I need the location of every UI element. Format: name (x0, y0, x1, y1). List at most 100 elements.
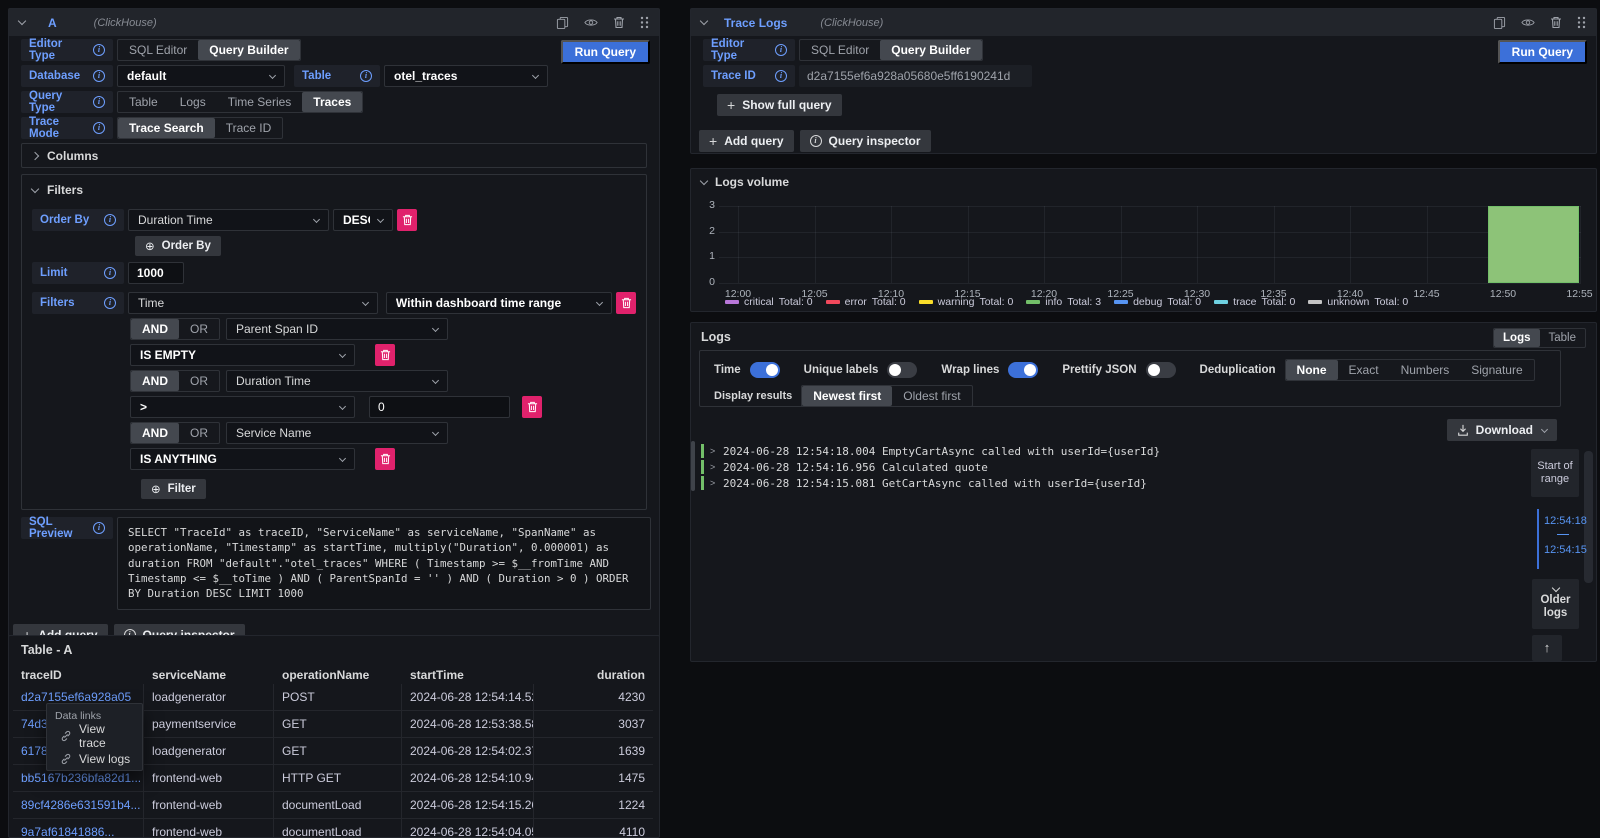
older-logs-button[interactable]: Older logs (1532, 579, 1579, 629)
and-option[interactable]: AND (131, 319, 179, 339)
and-option[interactable]: AND (131, 371, 179, 391)
condition-operator-select[interactable]: > (130, 396, 355, 418)
duplicate-query-icon[interactable] (1493, 16, 1506, 30)
remove-condition-button[interactable] (375, 344, 395, 366)
log-row[interactable]: >2024-06-28 12:54:16.956 Calculated quot… (701, 459, 1506, 475)
collapse-chevron-icon[interactable] (700, 17, 708, 25)
remove-condition-button[interactable] (375, 448, 395, 470)
view-trace-menu-item[interactable]: View trace (47, 724, 142, 747)
add-filter-button[interactable]: ⊕Filter (141, 479, 206, 499)
view-logs-option[interactable]: Logs (1494, 329, 1539, 347)
or-option[interactable]: OR (179, 319, 219, 339)
col-header-duration[interactable]: duration (534, 665, 653, 684)
dedup-numbers-option[interactable]: Numbers (1390, 360, 1461, 380)
filters-section-header[interactable]: Filters (32, 183, 636, 197)
or-option[interactable]: OR (179, 371, 219, 391)
view-logs-menu-item[interactable]: View logs (47, 747, 142, 770)
run-query-button[interactable]: Run Query (1498, 40, 1587, 64)
info-icon[interactable]: i (104, 297, 116, 309)
scroll-to-top-button[interactable]: ↑ (1532, 635, 1562, 661)
unique-labels-toggle[interactable] (887, 362, 917, 378)
legend-item-error[interactable]: errorTotal: 0 (826, 296, 906, 308)
col-header-servicename[interactable]: serviceName (144, 665, 274, 684)
delete-query-trash-icon[interactable] (1550, 16, 1562, 29)
time-filter-operator-select[interactable]: Within dashboard time range (386, 292, 612, 314)
order-by-field-select[interactable]: Duration Time (128, 209, 329, 231)
sql-editor-option[interactable]: SQL Editor (800, 40, 880, 60)
logs-scrollbar-left[interactable] (691, 441, 695, 491)
time-filter-field-select[interactable]: Time (128, 292, 378, 314)
drag-handle-icon[interactable] (640, 16, 649, 29)
info-icon[interactable]: i (93, 522, 105, 534)
log-expand-chevron-icon[interactable]: > (710, 462, 717, 472)
legend-item-trace[interactable]: traceTotal: 0 (1214, 296, 1295, 308)
query-type-traces[interactable]: Traces (302, 92, 362, 112)
trace-logs-panel-header[interactable]: Trace Logs (ClickHouse) (691, 9, 1596, 36)
col-header-operationname[interactable]: operationName (274, 665, 402, 684)
and-option[interactable]: AND (131, 423, 179, 443)
condition-field-select[interactable]: Service Name (226, 422, 448, 444)
trace-search-option[interactable]: Trace Search (118, 118, 215, 138)
add-query-button[interactable]: +Add query (699, 130, 794, 152)
legend-item-warning[interactable]: warningTotal: 0 (919, 296, 1014, 308)
legend-item-info[interactable]: infoTotal: 3 (1026, 296, 1101, 308)
condition-field-select[interactable]: Parent Span ID (226, 318, 448, 340)
info-icon[interactable]: i (104, 267, 116, 279)
logs-volume-bar-info[interactable] (1488, 206, 1580, 283)
cell-traceid[interactable]: 9a7af61841886... (13, 819, 144, 838)
time-toggle[interactable] (750, 362, 780, 378)
view-table-option[interactable]: Table (1540, 329, 1586, 347)
prettify-json-toggle[interactable] (1146, 362, 1176, 378)
log-expand-chevron-icon[interactable]: > (710, 478, 717, 488)
col-header-traceid[interactable]: traceID (13, 665, 144, 684)
duplicate-query-icon[interactable] (556, 16, 569, 30)
query-type-table[interactable]: Table (118, 92, 169, 112)
legend-item-unknown[interactable]: unknownTotal: 0 (1308, 296, 1408, 308)
dedup-none-option[interactable]: None (1286, 360, 1338, 380)
query-inspector-button[interactable]: iQuery inspector (800, 130, 931, 152)
show-full-query-button[interactable]: +Show full query (717, 94, 842, 116)
query-builder-option[interactable]: Query Builder (198, 40, 299, 60)
order-by-direction-select[interactable]: DESC (333, 209, 393, 231)
info-icon[interactable]: i (93, 70, 105, 82)
query-type-timeseries[interactable]: Time Series (217, 92, 303, 112)
info-icon[interactable]: i (775, 44, 787, 56)
condition-field-select[interactable]: Duration Time (226, 370, 448, 392)
info-icon[interactable]: i (93, 44, 105, 56)
table-select[interactable]: otel_traces (384, 65, 548, 87)
delete-query-trash-icon[interactable] (613, 16, 625, 29)
oldest-first-option[interactable]: Oldest first (892, 386, 971, 406)
condition-value-input[interactable]: 0 (369, 396, 510, 418)
info-icon[interactable]: i (360, 70, 372, 82)
log-row[interactable]: >2024-06-28 12:54:18.004 EmptyCartAsync … (701, 443, 1506, 459)
newest-first-option[interactable]: Newest first (802, 386, 892, 406)
query-type-logs[interactable]: Logs (169, 92, 217, 112)
info-icon[interactable]: i (775, 70, 787, 82)
condition-operator-select[interactable]: IS ANYTHING (130, 448, 355, 470)
wrap-lines-toggle[interactable] (1008, 362, 1038, 378)
logs-volume-plot[interactable]: 12:0012:0512:1012:1512:2012:2512:3012:35… (719, 206, 1581, 283)
hide-query-eye-icon[interactable] (584, 17, 598, 28)
limit-input[interactable]: 1000 (128, 262, 184, 284)
remove-order-by-button[interactable] (397, 209, 417, 231)
condition-operator-select[interactable]: IS EMPTY (130, 344, 355, 366)
hide-query-eye-icon[interactable] (1521, 17, 1535, 28)
drag-handle-icon[interactable] (1577, 16, 1586, 29)
logs-volume-header[interactable]: Logs volume (691, 169, 1596, 189)
dedup-exact-option[interactable]: Exact (1338, 360, 1390, 380)
legend-item-critical[interactable]: criticalTotal: 0 (725, 296, 813, 308)
database-select[interactable]: default (117, 65, 285, 87)
col-header-starttime[interactable]: startTime (402, 665, 534, 684)
add-order-by-button[interactable]: ⊕Order By (135, 236, 221, 256)
info-icon[interactable]: i (93, 96, 105, 108)
sql-editor-option[interactable]: SQL Editor (118, 40, 198, 60)
collapse-chevron-icon[interactable] (18, 17, 26, 25)
legend-item-debug[interactable]: debugTotal: 0 (1114, 296, 1201, 308)
log-expand-chevron-icon[interactable]: > (710, 446, 717, 456)
query-builder-option[interactable]: Query Builder (880, 40, 981, 60)
download-button[interactable]: Download (1447, 419, 1557, 441)
info-icon[interactable]: i (93, 122, 105, 134)
log-row[interactable]: >2024-06-28 12:54:15.081 GetCartAsync ca… (701, 475, 1506, 491)
or-option[interactable]: OR (179, 423, 219, 443)
trace-id-input[interactable]: d2a7155ef6a928a05680e5ff6190241d (799, 65, 1032, 87)
